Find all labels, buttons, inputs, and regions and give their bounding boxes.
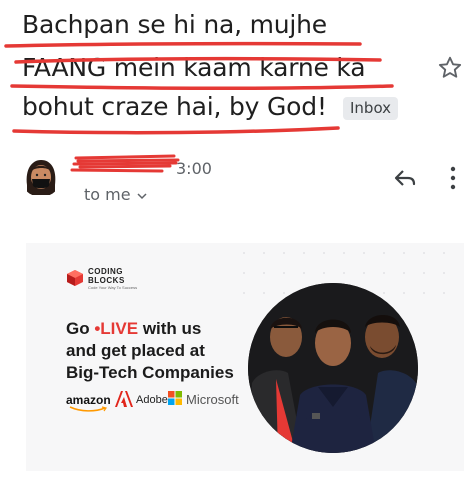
avatar[interactable] — [20, 155, 62, 197]
team-photo-illustration — [248, 283, 418, 453]
recipient-label: to me — [84, 185, 131, 204]
star-outline-icon[interactable] — [436, 54, 464, 82]
subject-line-2: FAANG mein kaam karne ka — [22, 53, 366, 82]
headline-go: Go — [66, 319, 90, 338]
banner-headline: Go •LIVE with us and get placed at Big-T… — [66, 318, 234, 384]
headline-line-3: Big-Tech Companies — [66, 363, 234, 382]
adobe-wordmark: Adobe — [136, 394, 168, 406]
amazon-logo: amazon — [66, 393, 111, 407]
brand-tagline: Code Your Way To Success — [88, 285, 138, 290]
headline-rest: with us — [142, 319, 202, 338]
chevron-down-icon — [137, 189, 147, 203]
amazon-smile-icon — [69, 406, 107, 412]
microsoft-logo-icon — [168, 391, 182, 405]
memoji-avatar-image — [20, 155, 62, 197]
brand-wordmark: CODING BLOCKS — [88, 267, 125, 285]
microsoft-wordmark: Microsoft — [186, 392, 239, 407]
adobe-logo-icon — [115, 391, 133, 407]
inbox-label-badge[interactable]: Inbox — [343, 97, 399, 120]
subject-line-1: Bachpan se hi na, mujhe — [22, 10, 327, 39]
email-subject: Bachpan se hi na, mujhe FAANG mein kaam … — [0, 0, 474, 150]
subject-line-3: bohut craze hai, by God! — [22, 92, 327, 121]
promo-banner[interactable]: CODING BLOCKS Code Your Way To Success G… — [26, 243, 464, 471]
team-photo — [248, 283, 418, 453]
coding-blocks-logo: CODING BLOCKS Code Your Way To Success — [66, 267, 146, 291]
more-vert-icon[interactable] — [448, 164, 458, 192]
reply-icon[interactable] — [392, 166, 418, 190]
headline-line-1: Go •LIVE with us — [66, 318, 234, 340]
headline-live: LIVE — [100, 319, 139, 338]
headline-line-2: and get placed at — [66, 341, 205, 360]
brand-line-2: BLOCKS — [88, 276, 125, 285]
sender-row: 3:00 to me — [0, 150, 474, 220]
sender-name-redaction — [70, 154, 180, 173]
brand-line-1: CODING — [88, 267, 123, 276]
cube-logo-icon — [67, 270, 83, 286]
recipient-toggle[interactable]: to me — [84, 185, 147, 204]
sent-time: 3:00 — [176, 159, 212, 178]
